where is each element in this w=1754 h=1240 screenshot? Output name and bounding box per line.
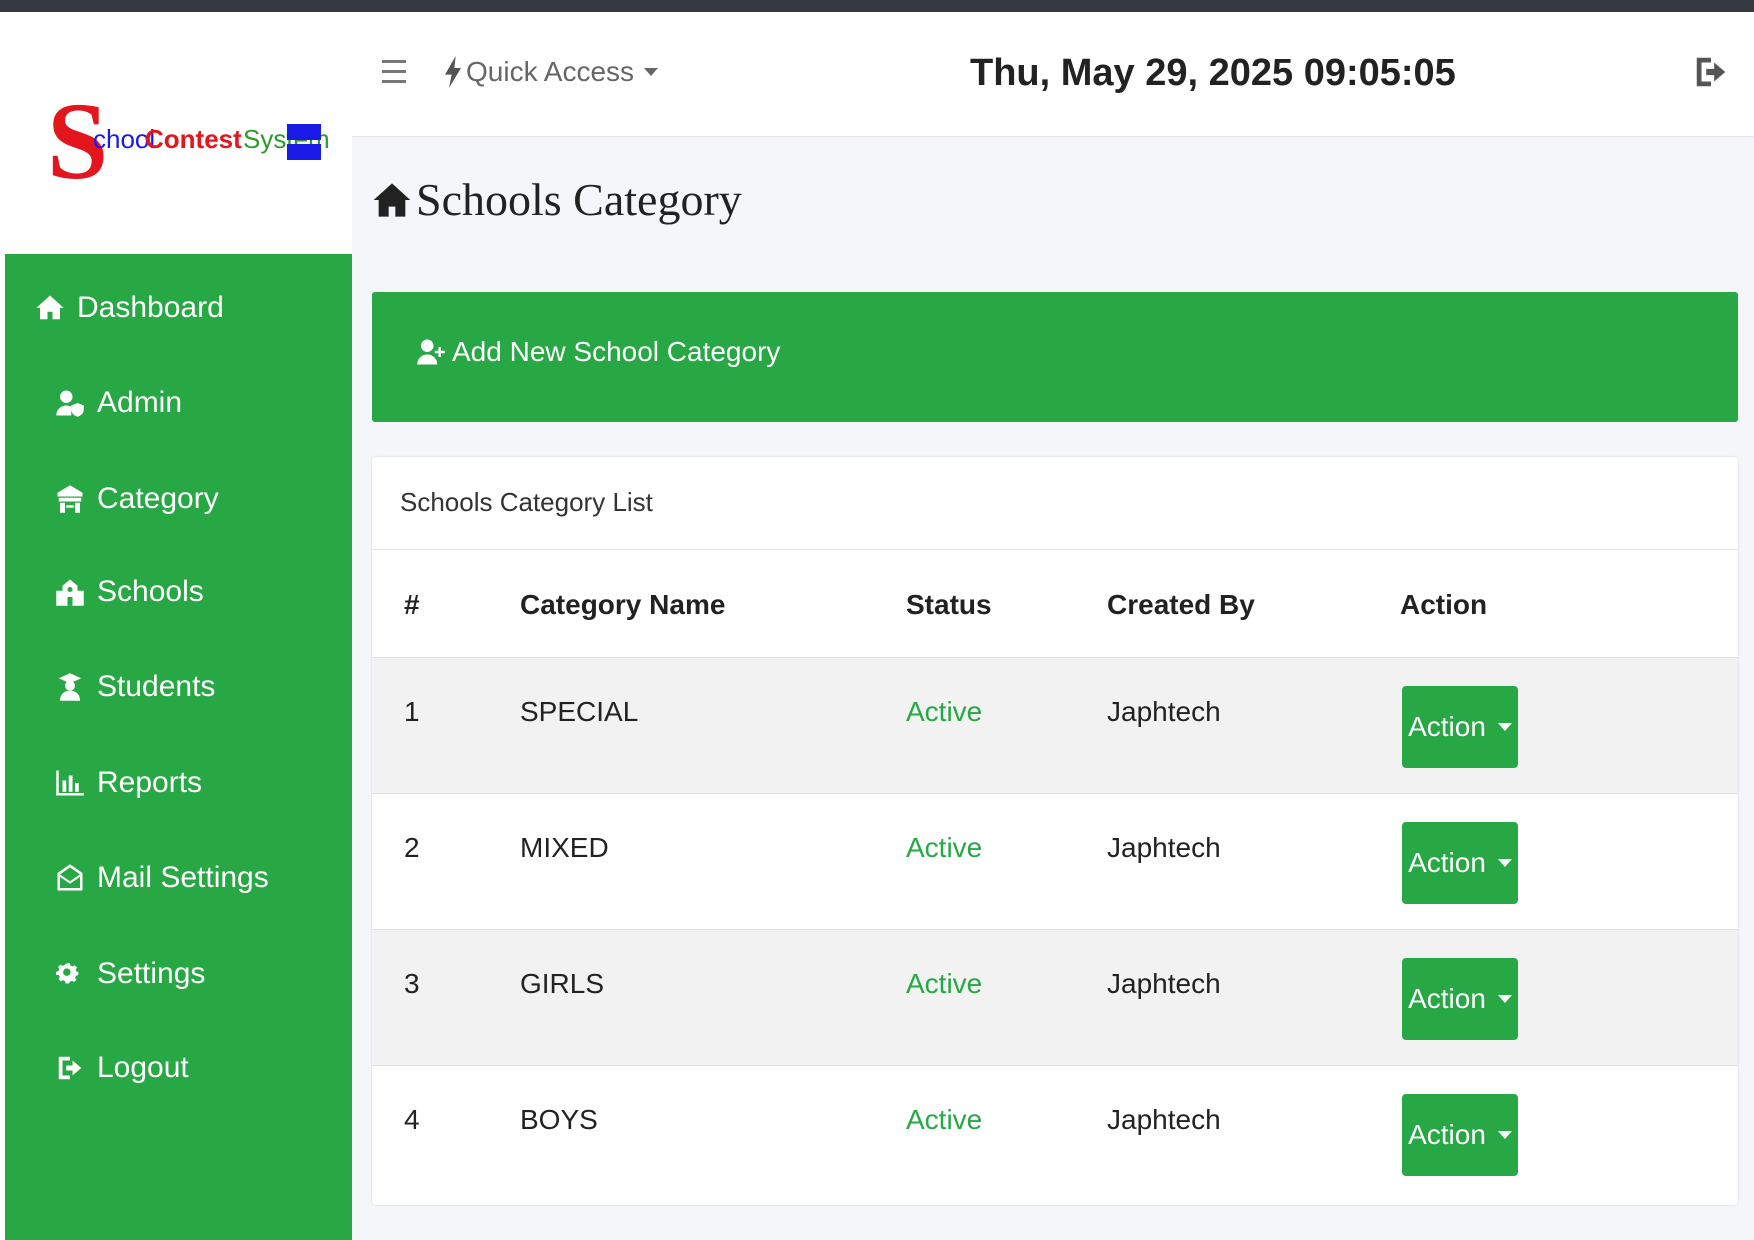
table-header: # Category Name Status Created By Action xyxy=(372,549,1738,659)
brand-logo[interactable]: S chool Contest System xyxy=(47,80,347,202)
sidebar: S chool Contest System Dashboard Admin C… xyxy=(5,12,352,1240)
sidebar-nav: Dashboard Admin Category Schools Student… xyxy=(5,254,352,1240)
quick-access-dropdown[interactable]: Quick Access xyxy=(444,56,659,88)
column-header-number: # xyxy=(404,589,420,620)
sidebar-item-schools[interactable]: Schools xyxy=(53,562,400,622)
logo-bar-top xyxy=(287,124,321,140)
sidebar-item-label: Logout xyxy=(97,1051,189,1084)
action-label: Action xyxy=(1408,983,1486,1014)
sidebar-item-students[interactable]: Students xyxy=(53,657,400,717)
sidebar-item-logout[interactable]: Logout xyxy=(53,1038,400,1098)
gate-icon xyxy=(53,482,87,516)
sidebar-item-dashboard[interactable]: Dashboard xyxy=(33,278,380,338)
category-name: MIXED xyxy=(520,832,609,863)
add-category-bar: Add New School Category xyxy=(372,292,1738,422)
logo-word-contest: Contest xyxy=(145,124,242,154)
sidebar-item-label: Students xyxy=(97,670,216,703)
column-header-status: Status xyxy=(906,589,992,620)
top-dark-bar xyxy=(0,0,1754,12)
add-button-label: Add New School Category xyxy=(452,336,781,367)
chevron-down-icon xyxy=(1497,723,1512,731)
home-icon xyxy=(373,182,411,217)
created-by: Japhtech xyxy=(1107,696,1221,727)
action-label: Action xyxy=(1408,847,1486,878)
chevron-down-icon xyxy=(1497,995,1512,1003)
gears-icon xyxy=(53,957,87,991)
page-title-text: Schools Category xyxy=(416,174,742,225)
table-row: 3 GIRLS Active Japhtech Action xyxy=(372,929,1738,1066)
sidebar-item-label: Schools xyxy=(97,575,204,608)
table-row: 1 SPECIAL Active Japhtech Action xyxy=(372,657,1738,794)
sidebar-item-label: Mail Settings xyxy=(97,861,269,894)
status-text: Active xyxy=(906,832,983,863)
add-new-school-category-button[interactable]: Add New School Category xyxy=(416,336,780,368)
logout-icon[interactable] xyxy=(1692,52,1730,92)
lightning-icon xyxy=(445,56,461,88)
user-shield-icon xyxy=(53,386,87,420)
action-label: Action xyxy=(1408,711,1486,742)
envelope-open-icon xyxy=(53,861,87,895)
action-dropdown-button[interactable]: Action xyxy=(1402,686,1518,768)
graduate-icon xyxy=(53,670,87,704)
status-text: Active xyxy=(906,968,983,999)
brand-area: S chool Contest System xyxy=(5,12,352,254)
sidebar-item-label: Reports xyxy=(97,766,203,799)
card-title: Schools Category List xyxy=(400,487,653,517)
category-name: GIRLS xyxy=(520,968,605,999)
category-name: SPECIAL xyxy=(520,696,639,727)
sidebar-item-label: Settings xyxy=(97,957,206,990)
sidebar-item-admin[interactable]: Admin xyxy=(53,373,400,433)
column-header-created-by: Created By xyxy=(1107,589,1255,620)
action-dropdown-button[interactable]: Action xyxy=(1402,822,1518,904)
column-header-action: Action xyxy=(1400,589,1488,620)
row-number: 4 xyxy=(404,1104,420,1135)
chevron-down-icon xyxy=(1497,1131,1512,1139)
logo-bar-bottom xyxy=(287,144,321,160)
status-text: Active xyxy=(906,696,983,727)
chevron-down-icon xyxy=(644,68,659,76)
user-plus-icon xyxy=(417,339,445,365)
row-number: 2 xyxy=(404,832,420,863)
sidebar-item-label: Category xyxy=(97,482,219,515)
menu-toggle-icon[interactable] xyxy=(382,60,406,86)
sidebar-item-label: Dashboard xyxy=(77,291,224,324)
sign-out-icon xyxy=(53,1051,87,1085)
table-row: 2 MIXED Active Japhtech Action xyxy=(372,793,1738,930)
top-header: Quick Access Thu, May 29, 2025 09:05:05 xyxy=(352,12,1754,137)
category-name: BOYS xyxy=(520,1104,598,1135)
sidebar-item-category[interactable]: Category xyxy=(53,469,400,529)
bar-chart-icon xyxy=(53,766,87,800)
category-list-card: Schools Category List # Category Name St… xyxy=(372,457,1738,1205)
row-number: 1 xyxy=(404,696,420,727)
sidebar-item-settings[interactable]: Settings xyxy=(53,944,400,1004)
action-label: Action xyxy=(1408,1119,1486,1150)
quick-access-label: Quick Access xyxy=(466,56,635,87)
action-dropdown-button[interactable]: Action xyxy=(1402,958,1518,1040)
table-row: 4 BOYS Active Japhtech Action xyxy=(372,1065,1738,1202)
status-text: Active xyxy=(906,1104,983,1135)
sidebar-item-label: Admin xyxy=(97,386,183,419)
home-icon xyxy=(33,291,67,325)
chevron-down-icon xyxy=(1497,859,1512,867)
created-by: Japhtech xyxy=(1107,1104,1221,1135)
current-datetime: Thu, May 29, 2025 09:05:05 xyxy=(970,52,1456,94)
sidebar-item-mail-settings[interactable]: Mail Settings xyxy=(53,848,400,908)
main-content: Schools Category Add New School Category… xyxy=(352,137,1754,1240)
created-by: Japhtech xyxy=(1107,832,1221,863)
action-dropdown-button[interactable]: Action xyxy=(1402,1094,1518,1176)
school-icon xyxy=(53,575,87,609)
column-header-category-name: Category Name xyxy=(520,589,726,620)
card-header: Schools Category List xyxy=(372,457,1738,550)
row-number: 3 xyxy=(404,968,420,999)
sidebar-item-reports[interactable]: Reports xyxy=(53,753,400,813)
created-by: Japhtech xyxy=(1107,968,1221,999)
page-title: Schools Category xyxy=(372,173,742,226)
